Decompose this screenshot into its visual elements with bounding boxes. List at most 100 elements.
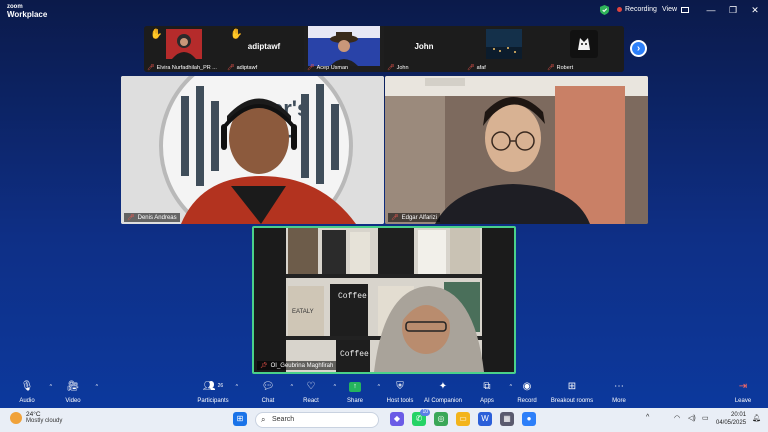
more-button[interactable]: ⋯ More: [592, 380, 646, 404]
weather-widget[interactable]: 24°C Mostly cloudy: [10, 411, 62, 424]
video-tile-oi-active-speaker[interactable]: Coffee EATALY Coffee 📌︎ OI_Geubrina Magh…: [252, 226, 516, 374]
mic-muted-icon: 🎤︎: [387, 65, 395, 71]
participant-name: Elvira Nurfadhilah_PR ...: [156, 64, 217, 71]
leave-label: Leave: [734, 398, 752, 404]
mic-muted-icon: 🎤︎: [467, 65, 475, 71]
grid-view-icon: [681, 6, 690, 13]
thumbnail-label: 🎤︎ Robert: [547, 64, 573, 72]
weather-cloud-icon: [10, 411, 22, 424]
wifi-icon[interactable]: ◠: [674, 414, 680, 422]
thumbnail-label: 🎤︎ John: [387, 64, 409, 72]
calculator-icon[interactable]: ▦: [500, 412, 514, 426]
book-title-2: EATALY: [292, 309, 314, 315]
participant-name: Denis Andreas: [137, 214, 177, 221]
view-button[interactable]: View: [662, 6, 690, 13]
participants-button[interactable]: 👥︎ 26 ^ Participants: [186, 380, 240, 404]
whatsapp-icon[interactable]: ✆ 10: [412, 409, 430, 426]
chat-icon: 💬︎: [261, 381, 275, 392]
avatar-robert: [570, 30, 598, 58]
thumbnail-label: 🎤︎ Acep Usman: [307, 64, 349, 72]
clock-time: 20:01: [731, 412, 747, 418]
breakout-rooms-icon: ⊞: [567, 381, 577, 392]
participant-name: afaf: [476, 64, 486, 71]
chevron-up-icon[interactable]: ^: [236, 384, 238, 390]
video-button[interactable]: 🎥︎ ^ Video: [46, 380, 100, 404]
title-bar: zoom Workplace Recording View — ❐ ✕: [0, 0, 768, 22]
apps-label: Apps: [480, 398, 494, 404]
participant-name: John: [396, 64, 409, 71]
thumbnail-robert[interactable]: 🎤︎ Robert: [544, 26, 624, 72]
participants-count: 26: [217, 383, 224, 389]
minimize-icon[interactable]: —: [704, 5, 718, 15]
taskbar-clock[interactable]: 20:01 04/05/2025: [716, 411, 746, 427]
file-explorer-icon[interactable]: ▭: [456, 412, 470, 426]
participant-name: Acep Usman: [316, 64, 349, 71]
leave-button[interactable]: ⇥ Leave: [716, 380, 768, 404]
windows-start-icon[interactable]: ⊞: [233, 412, 247, 426]
mic-muted-icon: 🎤︎: [307, 65, 315, 71]
battery-icon[interactable]: ▭: [702, 414, 709, 422]
close-icon[interactable]: ✕: [748, 5, 762, 15]
apps-icon: ⧉: [483, 381, 491, 392]
raised-hand-icon: ✋: [150, 29, 163, 40]
thumbnail-john[interactable]: John 🎤︎ John: [384, 26, 464, 72]
chevron-up-icon[interactable]: ^: [646, 414, 649, 421]
breakout-rooms-label: Breakout rooms: [550, 398, 594, 404]
thumbnail-label: 🎤︎ afaf: [467, 64, 486, 72]
leave-icon: ⇥: [738, 381, 748, 392]
thumbnail-label: 🎤︎ Elvira Nurfadhilah_PR ...: [147, 64, 217, 72]
tile-namebar: 🎤︎ Edgar Alfarizi: [388, 213, 440, 222]
whatsapp-badge: 10: [420, 409, 430, 416]
share-screen-icon: ↑: [349, 381, 361, 392]
video-tile-edgar[interactable]: 🎤︎ Edgar Alfarizi: [385, 76, 648, 224]
windows-taskbar: 24°C Mostly cloudy ⊞ ⌕ Search ◆ ✆ 10 ◎ ▭ …: [0, 408, 768, 432]
notification-bell-icon[interactable]: 🔔︎: [752, 414, 761, 422]
participant-name: adiptawf: [236, 64, 258, 71]
book-title-1: Coffee: [338, 292, 367, 301]
chevron-up-icon[interactable]: ^: [96, 384, 98, 390]
ai-companion-label: AI Companion: [423, 398, 463, 404]
heart-icon: ♡: [306, 381, 316, 392]
shield-icon[interactable]: [600, 5, 609, 15]
brand-line-2: Workplace: [7, 10, 48, 19]
more-icon: ⋯: [614, 381, 624, 392]
weather-temp: 24°C: [26, 411, 41, 418]
chrome-icon[interactable]: ◎: [434, 412, 448, 426]
word-icon[interactable]: W: [478, 412, 492, 426]
volume-icon[interactable]: ◁): [688, 414, 696, 422]
book-title-3: Coffee: [340, 350, 369, 359]
mic-muted-icon: 🎤︎: [227, 65, 235, 71]
tile-namebar: 🎤︎ Denis Andreas: [124, 213, 180, 222]
participants-label: Participants: [197, 398, 229, 404]
taskbar-search[interactable]: ⌕ Search: [255, 412, 379, 428]
thumbnail-adiptawf[interactable]: ✋ adiptawf 🎤︎ adiptawf: [224, 26, 304, 72]
recording-indicator[interactable]: Recording: [617, 6, 657, 13]
mic-muted-icon: 🎤︎: [391, 215, 399, 221]
thumbnail-afaf[interactable]: 🎤︎ afaf: [464, 26, 544, 72]
tile-namebar: 📌︎ OI_Geubrina Maghfirah: [257, 361, 337, 370]
record-icon: ◉: [522, 381, 532, 392]
search-placeholder: Search: [272, 416, 295, 423]
share-label: Share: [346, 398, 363, 404]
restore-icon[interactable]: ❐: [726, 5, 740, 15]
next-page-arrow-icon[interactable]: ›: [630, 40, 647, 57]
raised-hand-icon: ✋: [230, 29, 243, 40]
avatar-afaf: [486, 29, 522, 59]
mic-icon: 🎙︎: [20, 381, 34, 392]
record-label: Record: [517, 398, 537, 404]
search-icon: ⌕: [261, 415, 266, 424]
thumbnail-acep[interactable]: 🎤︎ Acep Usman: [304, 26, 384, 72]
participant-name: Edgar Alfarizi: [401, 214, 437, 221]
react-label: React: [303, 398, 319, 404]
clock-date: 04/05/2025: [716, 420, 747, 426]
meeting-toolbar: 🎙︎ ^ Audio 🎥︎ ^ Video 👥︎ 26 ^ Participant…: [0, 378, 768, 408]
zoom-taskbar-icon[interactable]: ●: [522, 412, 536, 426]
breakout-rooms-button[interactable]: ⊞ Breakout rooms: [545, 380, 599, 404]
copilot-icon[interactable]: ◆: [390, 412, 404, 426]
view-label: View: [662, 6, 678, 13]
participant-big-name: adiptawf: [247, 42, 281, 51]
video-tile-denis[interactable]: er's H 🎤︎ Denis Andreas: [121, 76, 384, 224]
zoom-logo: zoom Workplace: [7, 3, 47, 19]
participant-big-name: John: [414, 42, 434, 51]
thumbnail-elvira[interactable]: ✋ 🎤︎ Elvira Nurfadhilah_PR ...: [144, 26, 224, 72]
